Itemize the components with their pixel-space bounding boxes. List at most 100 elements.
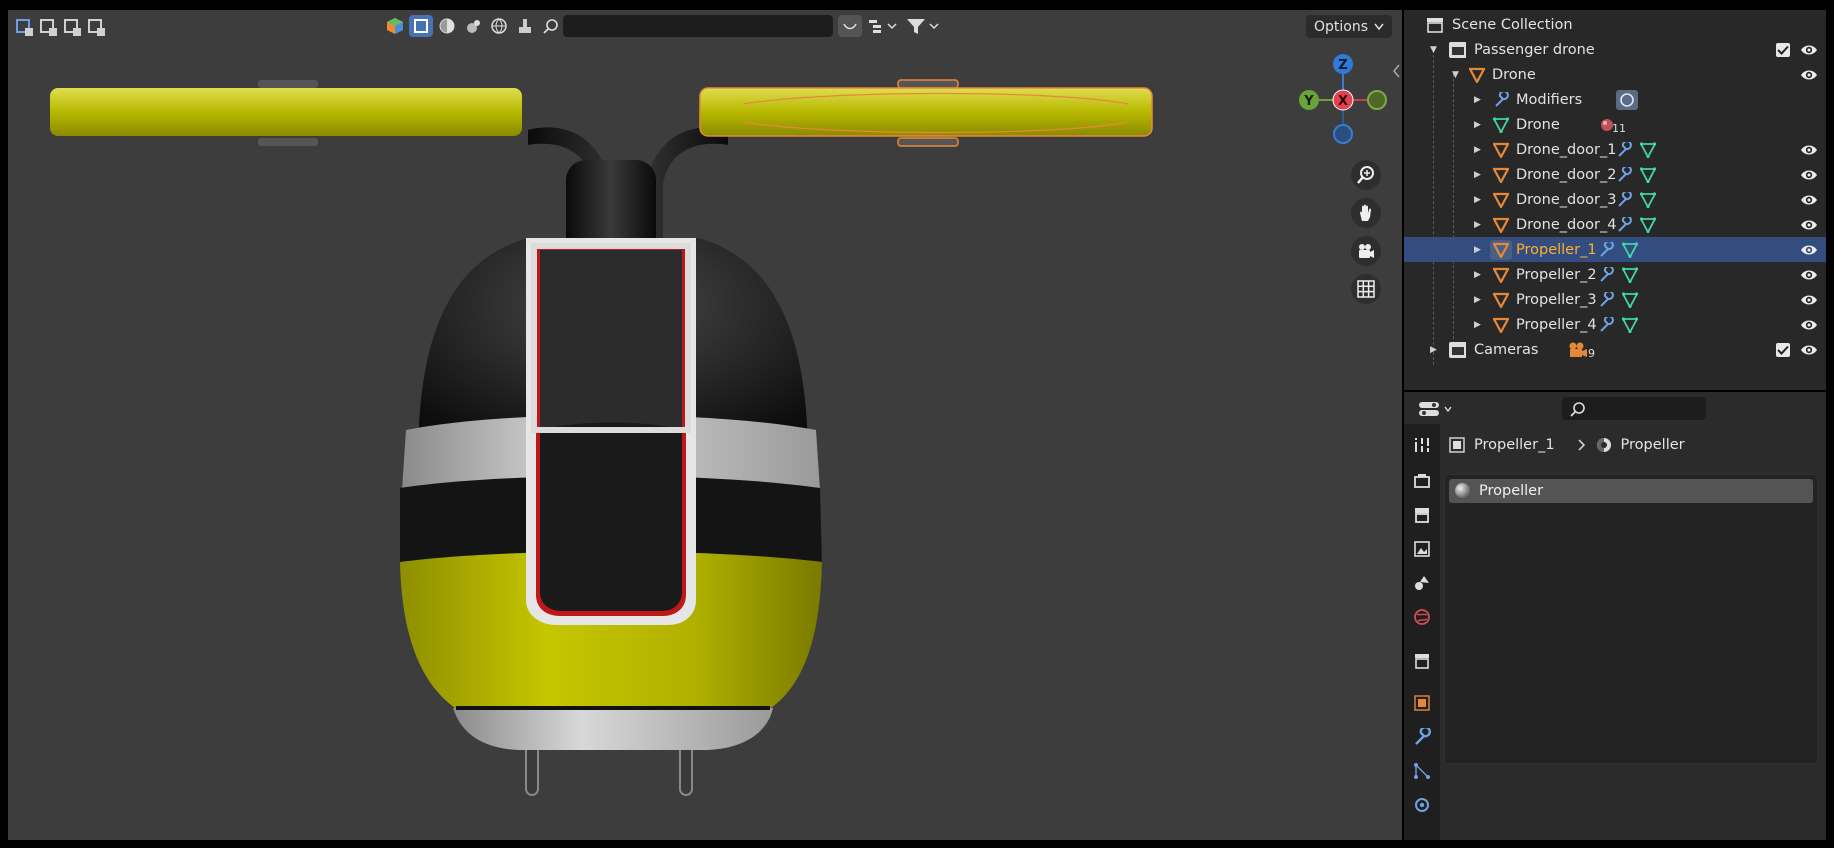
outliner-row-drone-door-3[interactable]: ▶ Drone_door_3	[1404, 187, 1826, 212]
eye-icon[interactable]	[1800, 216, 1818, 234]
tool-tab-icon[interactable]	[1411, 434, 1433, 456]
materials-badge[interactable]: 11	[1600, 114, 1626, 135]
output-tab-icon[interactable]	[1411, 504, 1433, 526]
wrench-icon[interactable]	[1598, 316, 1614, 333]
material-slot-list[interactable]: Propeller	[1444, 474, 1818, 764]
exclude-checkbox[interactable]	[1776, 42, 1790, 57]
eye-icon[interactable]	[1800, 241, 1818, 259]
expand-triangle-icon[interactable]: ▶	[1474, 295, 1481, 305]
expand-triangle-icon[interactable]: ▶	[1474, 95, 1481, 105]
curve-icon[interactable]	[838, 15, 862, 37]
cameras-badge[interactable]: 9	[1568, 339, 1595, 360]
world-tab-icon[interactable]	[1411, 606, 1433, 628]
outliner-row-cameras[interactable]: ▶ Cameras 9	[1404, 337, 1826, 362]
gizmo-neg-x-axis[interactable]	[1367, 90, 1387, 110]
mesh-icon[interactable]	[1640, 191, 1656, 208]
pan-hand-icon[interactable]	[1351, 198, 1381, 228]
outliner-row-drone-door-2[interactable]: ▶ Drone_door_2	[1404, 162, 1826, 187]
physics-tab-icon[interactable]	[1411, 794, 1433, 816]
camera-view-icon[interactable]	[1351, 236, 1381, 266]
expand-triangle-icon[interactable]: ▶	[1474, 320, 1481, 330]
outliner-row-drone-door-1[interactable]: ▶ Drone_door_1	[1404, 137, 1826, 162]
shading-solid-icon[interactable]	[435, 15, 459, 37]
outliner-row-modifiers[interactable]: ▶ Modifiers	[1404, 87, 1826, 112]
eye-icon[interactable]	[1800, 41, 1818, 59]
eye-icon[interactable]	[1800, 166, 1818, 184]
mesh-icon[interactable]	[1622, 241, 1638, 258]
expand-triangle-icon[interactable]: ▶	[1474, 145, 1481, 155]
shading-material-icon[interactable]	[461, 15, 485, 37]
wrench-icon[interactable]	[1598, 291, 1614, 308]
wrench-icon[interactable]	[1598, 241, 1614, 258]
outliner-row-drone-door-4[interactable]: ▶ Drone_door_4	[1404, 212, 1826, 237]
zoom-icon[interactable]	[1351, 160, 1381, 190]
eye-icon[interactable]	[1800, 141, 1818, 159]
select-extend-icon[interactable]	[36, 16, 58, 36]
expand-triangle-icon[interactable]: ▶	[1474, 170, 1481, 180]
eye-icon[interactable]	[1800, 66, 1818, 84]
mesh-icon[interactable]	[1622, 266, 1638, 283]
properties-search-input[interactable]	[1562, 397, 1706, 420]
editor-type-dropdown[interactable]	[1418, 398, 1456, 420]
exclude-checkbox[interactable]	[1776, 342, 1790, 357]
filter-dropdown-icon[interactable]	[904, 15, 942, 37]
sidebar-toggle-icon[interactable]	[1392, 64, 1402, 78]
3d-viewport[interactable]: Options Z Y X	[8, 10, 1402, 840]
select-new-icon[interactable]	[12, 16, 34, 36]
mesh-icon[interactable]	[1622, 316, 1638, 333]
eye-icon[interactable]	[1800, 291, 1818, 309]
object-tab-icon[interactable]	[1411, 692, 1433, 714]
gizmo-neg-z-axis[interactable]	[1333, 124, 1353, 144]
mesh-icon[interactable]	[1640, 166, 1656, 183]
wrench-icon[interactable]	[1616, 141, 1632, 158]
render-tab-icon[interactable]	[1411, 470, 1433, 492]
select-box-icon[interactable]	[409, 15, 433, 37]
wrench-icon[interactable]	[1616, 166, 1632, 183]
outliner-row-drone-object[interactable]: ▼ Drone	[1404, 62, 1826, 87]
collection-tab-icon[interactable]	[1411, 650, 1433, 672]
particles-tab-icon[interactable]	[1411, 760, 1433, 782]
expand-triangle-icon[interactable]: ▼	[1452, 70, 1459, 80]
eye-icon[interactable]	[1800, 266, 1818, 284]
navigation-gizmo[interactable]: Z Y X	[1281, 52, 1391, 152]
brush-icon[interactable]	[513, 15, 537, 37]
expand-triangle-icon[interactable]: ▶	[1474, 270, 1481, 280]
mesh-icon[interactable]	[1640, 141, 1656, 158]
wrench-icon[interactable]	[1598, 266, 1614, 283]
outliner-row-propeller-1[interactable]: ▶ Propeller_1	[1404, 237, 1826, 262]
material-slot-item[interactable]: Propeller	[1449, 479, 1813, 503]
expand-triangle-icon[interactable]: ▶	[1474, 220, 1481, 230]
outliner-row-propeller-3[interactable]: ▶ Propeller_3	[1404, 287, 1826, 312]
mesh-icon[interactable]	[1622, 291, 1638, 308]
outliner-row-passenger-drone[interactable]: ▼ Passenger drone	[1404, 37, 1826, 62]
eye-icon[interactable]	[1800, 341, 1818, 359]
eye-icon[interactable]	[1800, 316, 1818, 334]
select-subtract-icon[interactable]	[60, 16, 82, 36]
eye-icon[interactable]	[1800, 191, 1818, 209]
select-invert-icon[interactable]	[84, 16, 106, 36]
modifier-tab-icon[interactable]	[1411, 726, 1433, 748]
wrench-icon[interactable]	[1616, 216, 1632, 233]
outliner-label: Cameras	[1474, 341, 1539, 358]
outliner-row-propeller-4[interactable]: ▶ Propeller_4	[1404, 312, 1826, 337]
object-types-icon[interactable]	[383, 15, 407, 37]
viewport-search-input[interactable]	[563, 15, 833, 37]
expand-triangle-icon[interactable]: ▶	[1430, 345, 1437, 355]
outliner-row-drone-mesh[interactable]: ▶ Drone 11	[1404, 112, 1826, 137]
hierarchy-dropdown-icon[interactable]	[866, 15, 900, 37]
expand-triangle-icon[interactable]: ▶	[1474, 245, 1481, 255]
shading-rendered-icon[interactable]	[487, 15, 511, 37]
outliner-row-propeller-2[interactable]: ▶ Propeller_2	[1404, 262, 1826, 287]
badge-count: 9	[1588, 347, 1595, 360]
subdivision-modifier-icon[interactable]	[1616, 89, 1638, 110]
view-layer-tab-icon[interactable]	[1411, 538, 1433, 560]
outliner-scene-collection[interactable]: Scene Collection	[1404, 12, 1826, 37]
wrench-icon[interactable]	[1616, 191, 1632, 208]
expand-triangle-icon[interactable]: ▶	[1474, 120, 1481, 130]
options-dropdown[interactable]: Options	[1305, 15, 1392, 38]
scene-tab-icon[interactable]	[1411, 572, 1433, 594]
expand-triangle-icon[interactable]: ▶	[1474, 195, 1481, 205]
ortho-grid-icon[interactable]	[1351, 274, 1381, 304]
expand-triangle-icon[interactable]: ▼	[1430, 45, 1437, 55]
mesh-icon[interactable]	[1640, 216, 1656, 233]
